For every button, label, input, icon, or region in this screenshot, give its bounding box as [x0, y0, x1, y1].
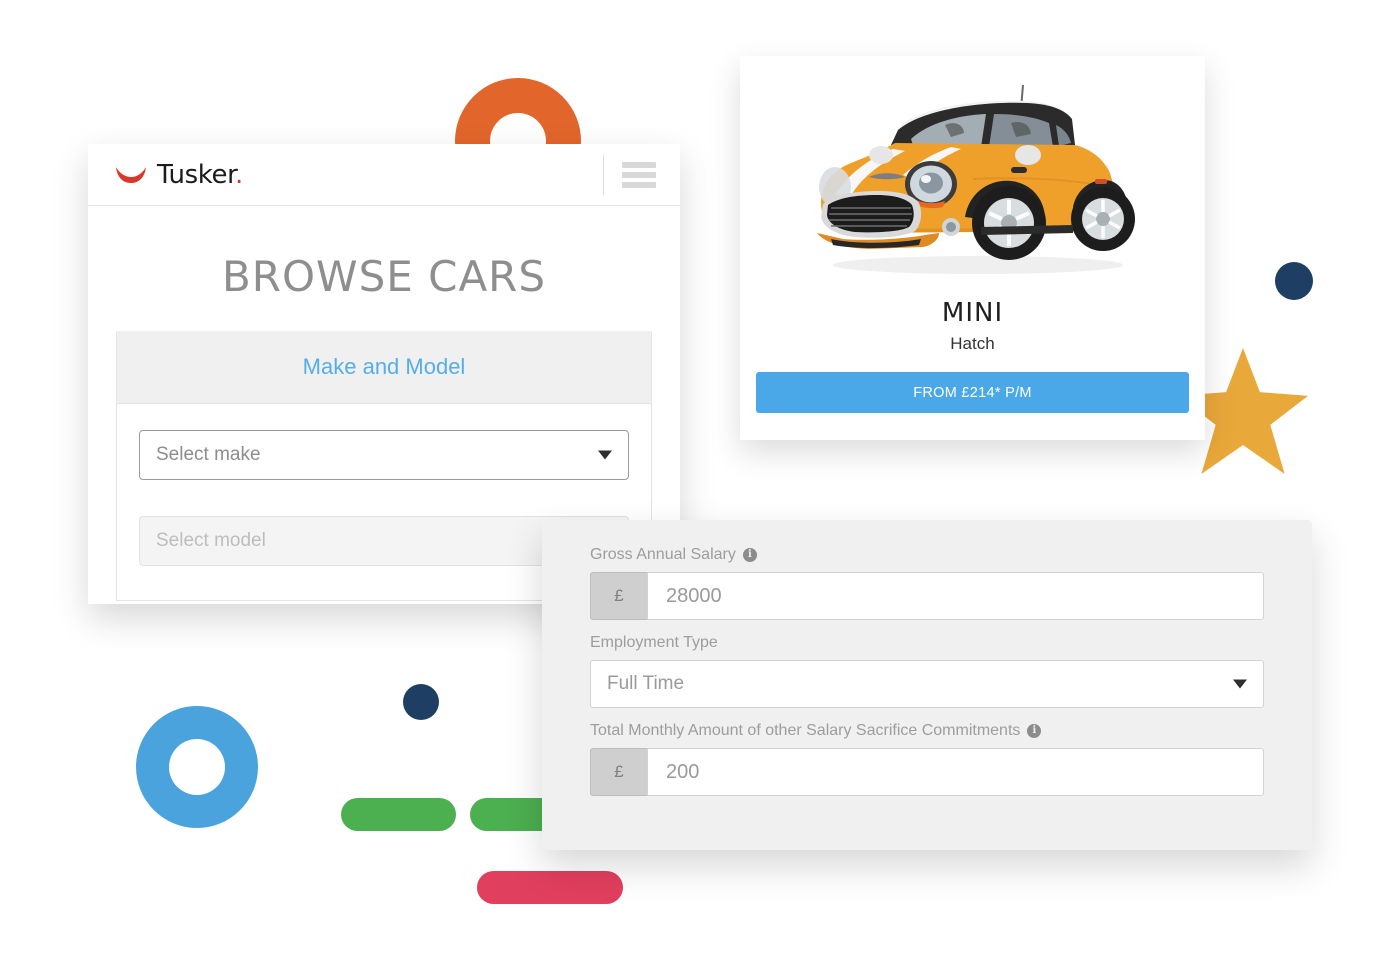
car-make-label: MINI — [941, 298, 1004, 328]
salary-sacrifice-label-row: Total Monthly Amount of other Salary Sac… — [590, 722, 1264, 740]
chevron-down-icon-employment-type — [1233, 679, 1247, 689]
salary-sacrifice-commitments-field: Total Monthly Amount of other Salary Sac… — [590, 722, 1264, 796]
employment-type-select[interactable]: Full Time — [590, 660, 1264, 708]
page-root: Tusker. BROWSE CARS Make and Model Selec… — [0, 0, 1400, 956]
car-result-card[interactable]: MINI Hatch FROM £214* P/M — [740, 56, 1205, 440]
salary-details-panel: Gross Annual Salary i £ 28000 Employment… — [542, 520, 1312, 850]
salary-sacrifice-input[interactable]: 200 — [647, 748, 1264, 796]
select-make-label: Select make — [156, 444, 261, 465]
hamburger-bar-1 — [622, 161, 656, 168]
gross-annual-salary-label-row: Gross Annual Salary i — [590, 546, 1264, 564]
car-image-area — [740, 56, 1205, 304]
info-icon-salary-sacrifice[interactable]: i — [1027, 724, 1042, 738]
gross-annual-salary-input-group: £ 28000 — [590, 572, 1264, 620]
car-model-label: Hatch — [950, 334, 995, 353]
gross-annual-salary-label: Gross Annual Salary — [590, 546, 736, 563]
pink-pill-decoration — [477, 871, 623, 904]
page-title: BROWSE CARS — [221, 252, 547, 301]
navy-dot-decoration-left — [403, 684, 439, 720]
hamburger-icon[interactable] — [622, 161, 656, 188]
make-and-model-header: Make and Model — [117, 331, 651, 404]
green-pill-decoration-1 — [341, 798, 456, 831]
tusker-smile-icon — [116, 166, 146, 183]
select-make-dropdown[interactable]: Select make — [139, 430, 629, 480]
hamburger-bar-2 — [622, 171, 656, 178]
gross-annual-salary-input[interactable]: 28000 — [647, 572, 1264, 620]
salary-sacrifice-input-group: £ 200 — [590, 748, 1264, 796]
info-icon-gross-salary[interactable]: i — [742, 548, 757, 562]
tusker-logo[interactable]: Tusker. — [114, 160, 243, 190]
navy-dot-decoration-right — [1275, 262, 1313, 300]
select-model-label: Select model — [156, 530, 266, 551]
tusker-logo-text: Tusker. — [157, 159, 243, 190]
employment-type-value: Full Time — [607, 673, 685, 694]
browse-card-topbar: Tusker. — [88, 144, 680, 206]
salary-sacrifice-label: Total Monthly Amount of other Salary Sac… — [590, 722, 1021, 739]
employment-type-label-row: Employment Type — [590, 634, 1264, 652]
topbar-divider — [603, 154, 604, 195]
orange-mini-hatch-car-image — [816, 84, 1135, 274]
chevron-down-icon-make — [598, 450, 612, 460]
currency-prefix-gross-salary: £ — [590, 572, 647, 620]
hamburger-bar-3 — [622, 181, 656, 188]
blue-donut-decoration — [136, 706, 258, 828]
topbar-right-group — [603, 144, 680, 205]
tusker-logo-dot: . — [235, 159, 243, 190]
employment-type-field: Employment Type Full Time — [590, 634, 1264, 708]
currency-prefix-salary-sacrifice: £ — [590, 748, 647, 796]
gross-annual-salary-field: Gross Annual Salary i £ 28000 — [590, 546, 1264, 620]
car-price-button[interactable]: FROM £214* P/M — [756, 372, 1189, 413]
employment-type-label: Employment Type — [590, 634, 718, 651]
